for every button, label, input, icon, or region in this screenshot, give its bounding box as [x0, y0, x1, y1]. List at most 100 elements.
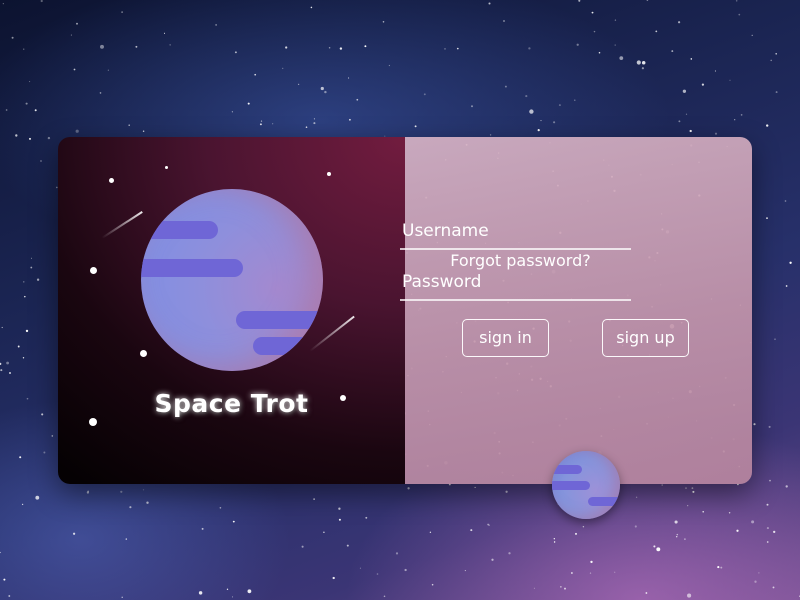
background-star [301, 545, 304, 548]
background-star [232, 520, 235, 523]
star [140, 350, 147, 357]
username-input[interactable] [400, 221, 635, 249]
background-star [11, 36, 14, 39]
background-star [775, 91, 778, 94]
background-star [349, 118, 351, 121]
background-star [635, 496, 638, 498]
background-star [553, 538, 555, 540]
background-star [692, 490, 695, 493]
background-star [431, 583, 434, 586]
background-star [40, 160, 42, 162]
background-star [636, 60, 641, 65]
background-star [558, 104, 561, 107]
background-star [9, 372, 11, 374]
background-star [553, 121, 556, 124]
background-star [728, 512, 731, 514]
background-star [537, 128, 540, 132]
background-star [120, 490, 123, 493]
background-star [470, 105, 474, 108]
small-planet-icon [552, 451, 620, 519]
planet-band [552, 465, 582, 474]
background-star [675, 535, 678, 538]
background-star [614, 44, 616, 46]
background-star [789, 261, 792, 264]
background-star [70, 34, 72, 36]
background-star [470, 529, 473, 532]
background-star [560, 586, 562, 588]
background-star [323, 531, 325, 533]
background-star [383, 595, 386, 598]
background-star [407, 487, 410, 490]
password-field[interactable]: Password [400, 272, 635, 302]
background-star [528, 47, 531, 50]
background-star [51, 435, 54, 437]
background-star [773, 530, 776, 534]
background-star [582, 526, 585, 528]
background-star [766, 124, 769, 127]
background-star [43, 451, 46, 454]
login-card: Space Trot [58, 137, 752, 484]
background-star [272, 123, 274, 125]
planet-band [141, 221, 218, 239]
sign-in-button[interactable]: sign in [462, 319, 549, 357]
sign-up-button[interactable]: sign up [602, 319, 689, 357]
background-star [784, 200, 787, 202]
background-star [215, 24, 217, 26]
background-star [395, 552, 399, 555]
background-star [491, 558, 494, 561]
background-star [598, 51, 601, 54]
background-star [653, 545, 656, 548]
username-field[interactable]: Username [400, 221, 635, 251]
background-star [169, 44, 171, 46]
background-star [339, 47, 343, 50]
background-star [28, 137, 32, 140]
background-star [313, 118, 315, 120]
background-star [751, 34, 753, 37]
background-star [656, 547, 661, 552]
background-star [590, 560, 593, 564]
background-star [456, 47, 459, 50]
background-star [574, 99, 576, 101]
background-star [769, 479, 771, 482]
background-star [614, 571, 616, 573]
background-star [376, 573, 379, 575]
background-star [684, 538, 686, 540]
background-star [488, 2, 491, 5]
background-star [297, 83, 300, 86]
forgot-password-link[interactable]: Forgot password? [347, 251, 694, 270]
background-star [231, 111, 233, 113]
background-star [87, 490, 90, 493]
brand-panel: Space Trot [58, 137, 405, 484]
background-star [529, 109, 534, 114]
background-star [259, 123, 262, 126]
background-star [320, 86, 324, 91]
background-star [146, 501, 149, 504]
background-star [677, 21, 681, 24]
background-star [72, 532, 76, 535]
background-star [655, 30, 658, 33]
background-star [0, 362, 2, 366]
app-title: Space Trot [154, 389, 309, 418]
background-star [30, 266, 33, 269]
password-input[interactable] [400, 272, 635, 300]
background-star [591, 11, 594, 14]
background-star [324, 90, 327, 94]
background-star [142, 130, 145, 133]
background-star [24, 295, 26, 298]
background-star [685, 113, 688, 115]
star [109, 178, 114, 183]
background-star [533, 587, 535, 589]
background-star [338, 507, 341, 510]
background-star [1, 326, 3, 329]
shooting-star [101, 211, 143, 239]
background-star [47, 136, 51, 140]
background-star [735, 0, 738, 2]
background-star [226, 588, 229, 590]
background-star [26, 397, 29, 400]
background-star [234, 51, 237, 54]
background-star [129, 506, 132, 509]
background-star [714, 70, 716, 72]
background-star [770, 59, 772, 62]
star [90, 267, 97, 274]
background-star [313, 498, 315, 500]
